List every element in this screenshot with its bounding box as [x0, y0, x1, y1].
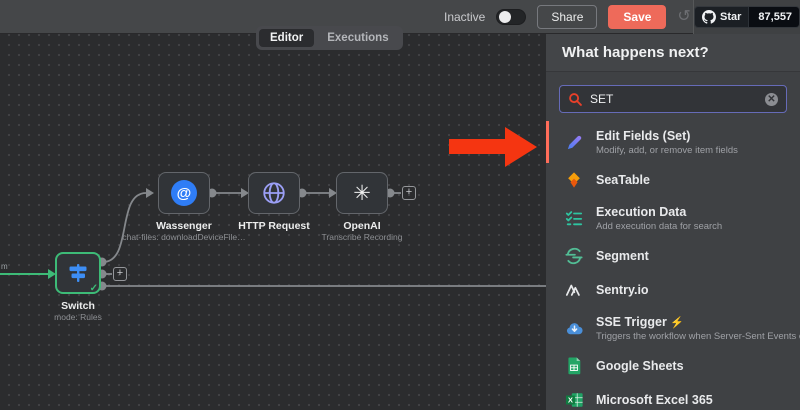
github-star-count: 87,557 — [748, 7, 800, 27]
segment-icon — [564, 246, 584, 266]
node-openai-subtitle: Transcribe Recording — [287, 232, 437, 242]
add-node-button-openai[interactable]: + — [402, 186, 416, 200]
github-star-label: Star — [720, 11, 741, 23]
search-icon — [568, 92, 583, 107]
node-wassenger[interactable]: @ — [158, 172, 210, 214]
nodes-panel: What happens next? ✕ — [546, 34, 800, 410]
item-subtitle: Triggers the workflow when Server-Sent E… — [596, 331, 790, 342]
trigger-bolt-icon: ⚡ — [670, 317, 684, 329]
item-title: Sentry.io — [596, 283, 649, 297]
wassenger-icon: @ — [171, 180, 197, 206]
workflow-canvas[interactable]: m @ Wassenger chat-files: downloadDevice… — [0, 34, 546, 410]
openai-icon: ✳ — [353, 183, 371, 204]
github-icon — [702, 10, 716, 24]
list-item-edit-fields-set[interactable]: Edit Fields (Set) Modify, add, or remove… — [546, 121, 800, 163]
panel-title: What happens next? — [546, 34, 800, 72]
node-wassenger-subtitle: chat-files: downloadDeviceFile… — [109, 232, 259, 242]
google-sheets-icon — [564, 356, 584, 376]
history-icon[interactable]: ↺ — [677, 9, 690, 25]
node-switch-subtitle: mode: Rules — [3, 312, 153, 322]
node-openai-label: OpenAI — [297, 220, 427, 232]
node-switch[interactable]: ✓ — [55, 252, 101, 294]
tab-editor[interactable]: Editor — [259, 29, 314, 47]
node-search-box: ✕ — [559, 85, 787, 113]
node-switch-label: Switch — [13, 300, 143, 312]
execution-data-icon — [564, 208, 584, 228]
success-check-icon: ✓ — [90, 283, 98, 294]
topbar-right-section: Star 87,557 — [693, 0, 800, 34]
globe-icon — [261, 180, 287, 206]
share-button[interactable]: Share — [537, 5, 597, 29]
item-subtitle: Add execution data for search — [596, 221, 722, 232]
list-item-execution-data[interactable]: Execution Data Add execution data for se… — [546, 197, 800, 239]
list-item-microsoft-excel[interactable]: X Microsoft Excel 365 — [546, 383, 800, 410]
workflow-status-label: Inactive — [444, 10, 485, 24]
github-star-widget[interactable]: Star 87,557 — [694, 6, 800, 28]
toggle-knob — [499, 11, 511, 23]
list-item-segment[interactable]: Segment — [546, 239, 800, 273]
node-list[interactable]: Edit Fields (Set) Modify, add, or remove… — [546, 121, 800, 410]
sentry-icon — [564, 280, 584, 300]
item-title: SeaTable — [596, 173, 650, 187]
edge-label-fragment: m — [1, 262, 8, 271]
save-button[interactable]: Save — [608, 5, 666, 29]
cloud-download-icon — [564, 318, 584, 338]
active-toggle[interactable] — [496, 9, 526, 25]
pencil-icon — [564, 132, 584, 152]
list-item-google-sheets[interactable]: Google Sheets — [546, 349, 800, 383]
n8n-editor-window: m @ Wassenger chat-files: downloadDevice… — [0, 0, 800, 410]
item-title: SSE Trigger ⚡ — [596, 315, 790, 329]
item-title: Edit Fields (Set) — [596, 129, 738, 143]
node-http-request[interactable] — [248, 172, 300, 214]
item-title: Google Sheets — [596, 359, 684, 373]
view-tabs: Editor Executions — [256, 26, 403, 50]
add-node-button-switch[interactable]: + — [113, 267, 127, 281]
item-title: Execution Data — [596, 205, 722, 219]
node-openai[interactable]: ✳ — [336, 172, 388, 214]
svg-text:X: X — [567, 396, 573, 405]
item-title: Microsoft Excel 365 — [596, 393, 713, 407]
list-item-sentry[interactable]: Sentry.io — [546, 273, 800, 307]
excel-icon: X — [564, 390, 584, 410]
node-search-input[interactable] — [590, 86, 758, 112]
clear-search-icon[interactable]: ✕ — [765, 93, 778, 106]
tab-executions[interactable]: Executions — [316, 29, 399, 47]
item-subtitle: Modify, add, or remove item fields — [596, 145, 738, 156]
switch-icon — [66, 261, 90, 285]
list-item-seatable[interactable]: SeaTable — [546, 163, 800, 197]
item-title: Segment — [596, 249, 649, 263]
seatable-icon — [564, 170, 584, 190]
list-item-sse-trigger[interactable]: SSE Trigger ⚡ Triggers the workflow when… — [546, 307, 800, 349]
